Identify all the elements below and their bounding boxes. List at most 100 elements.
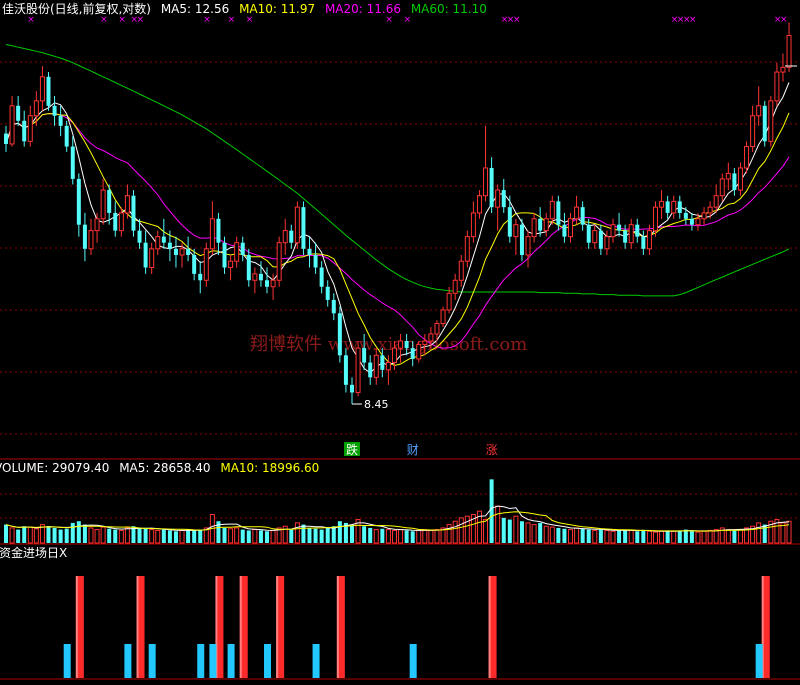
volume-bar: [531, 524, 537, 544]
signal-mark: ×: [203, 15, 211, 25]
candle-body: [258, 273, 263, 281]
volume-bar: [331, 526, 336, 543]
candle-body: [610, 224, 616, 238]
volume-bar: [325, 527, 330, 543]
marker-label: 财: [407, 443, 419, 457]
volume-bar: [52, 527, 57, 543]
candle-body: [568, 218, 574, 238]
candle-body: [737, 167, 743, 191]
indicator-bar-cyan: [148, 644, 156, 678]
indicator-bar-cyan: [227, 644, 235, 678]
candle: [762, 100, 767, 147]
volume-bar: [22, 526, 27, 543]
volume-bar: [707, 529, 713, 544]
candle-body: [33, 100, 39, 117]
volume-bar: [501, 517, 506, 543]
candle-body: [538, 218, 543, 231]
candle-body: [422, 340, 428, 346]
volume-bar: [179, 529, 185, 544]
volume-bar: [94, 529, 100, 544]
candle-body: [113, 212, 118, 231]
volume-bar: [586, 529, 591, 543]
volume-bar: [549, 526, 555, 544]
volume-bar: [732, 530, 737, 543]
candle-body: [701, 212, 707, 220]
candle-body: [440, 309, 446, 325]
volume-bar: [683, 529, 688, 543]
signal-mark: ×: [27, 15, 35, 25]
candle-body: [173, 248, 178, 255]
signal-mark: ×: [385, 15, 393, 25]
candle-body: [186, 248, 191, 255]
volume-bar: [416, 529, 422, 544]
candle: [768, 95, 774, 147]
candle-body: [452, 279, 458, 294]
candle-body: [391, 347, 397, 364]
svg-text:佳沃股份(日线,前复权,对数) MA5: 12.56: 佳沃股份(日线,前复权,对数) MA5: 12.56 MA10: 11.97 M…: [2, 1, 487, 16]
candle-body: [434, 323, 440, 335]
indicator-bar-red-edge: [488, 576, 491, 678]
candle-body: [203, 248, 209, 281]
candle-body: [695, 218, 701, 226]
volume-bar: [507, 519, 512, 543]
candle-body: [301, 207, 306, 249]
candle-body: [337, 313, 342, 356]
candle-body: [313, 254, 318, 268]
volume-bar: [592, 529, 598, 544]
candle-body: [240, 242, 245, 255]
indicator-bar-red-edge: [75, 576, 78, 678]
signal-mark: ×: [246, 15, 254, 25]
candle-body: [604, 236, 610, 250]
candle-body: [143, 242, 148, 268]
volume-bar: [543, 525, 549, 544]
volume-bar: [671, 530, 677, 544]
volume-bar: [458, 517, 464, 544]
indicator-bar-cyan: [264, 644, 272, 678]
volume-bar: [46, 526, 51, 543]
candle-body: [586, 224, 591, 243]
volume-bar: [428, 529, 434, 544]
volume-bar: [623, 529, 628, 543]
volume-bar: [380, 528, 385, 543]
volume-bar: [635, 531, 640, 543]
volume-bar: [641, 530, 646, 543]
candle-body: [289, 230, 294, 243]
volume-bar: [610, 530, 616, 544]
candle-body: [713, 195, 719, 208]
candle-body: [234, 242, 240, 262]
indicator-bar-red-edge: [276, 576, 279, 678]
candle-body: [617, 224, 622, 231]
candle-body: [137, 230, 142, 243]
volume-bar: [756, 522, 762, 544]
volume-bar: [113, 529, 118, 543]
candle-body: [58, 115, 63, 126]
candle-body: [82, 224, 87, 249]
volume-bar: [646, 530, 652, 544]
candle: [131, 190, 136, 237]
candle-body: [216, 218, 221, 243]
indicator-bar-cyan: [124, 644, 132, 678]
candle-body: [362, 348, 367, 363]
ma60-label: MA60: 11.10: [411, 2, 487, 16]
candle-body: [107, 190, 112, 213]
candle-body: [470, 212, 476, 238]
candle-body: [780, 66, 786, 73]
indicator-bar-cyan: [63, 644, 71, 678]
signal-mark: ×: [137, 15, 145, 25]
volume-bar: [155, 529, 161, 544]
volume-bar: [422, 529, 428, 544]
candle: [46, 72, 51, 111]
candle-body: [124, 195, 130, 214]
candle-body: [768, 100, 774, 142]
volume-bar: [270, 529, 276, 544]
candle-body: [228, 260, 234, 269]
volume-bar: [64, 528, 69, 543]
volume-bar: [252, 529, 258, 544]
volume-bar: [337, 521, 342, 543]
volume-bar: [410, 531, 415, 543]
indicator-bar-red-edge: [136, 576, 139, 678]
candle-body: [155, 236, 161, 250]
candle-body: [94, 218, 100, 232]
signal-mark: ×: [228, 15, 236, 25]
signal-mark: ×: [404, 15, 412, 25]
